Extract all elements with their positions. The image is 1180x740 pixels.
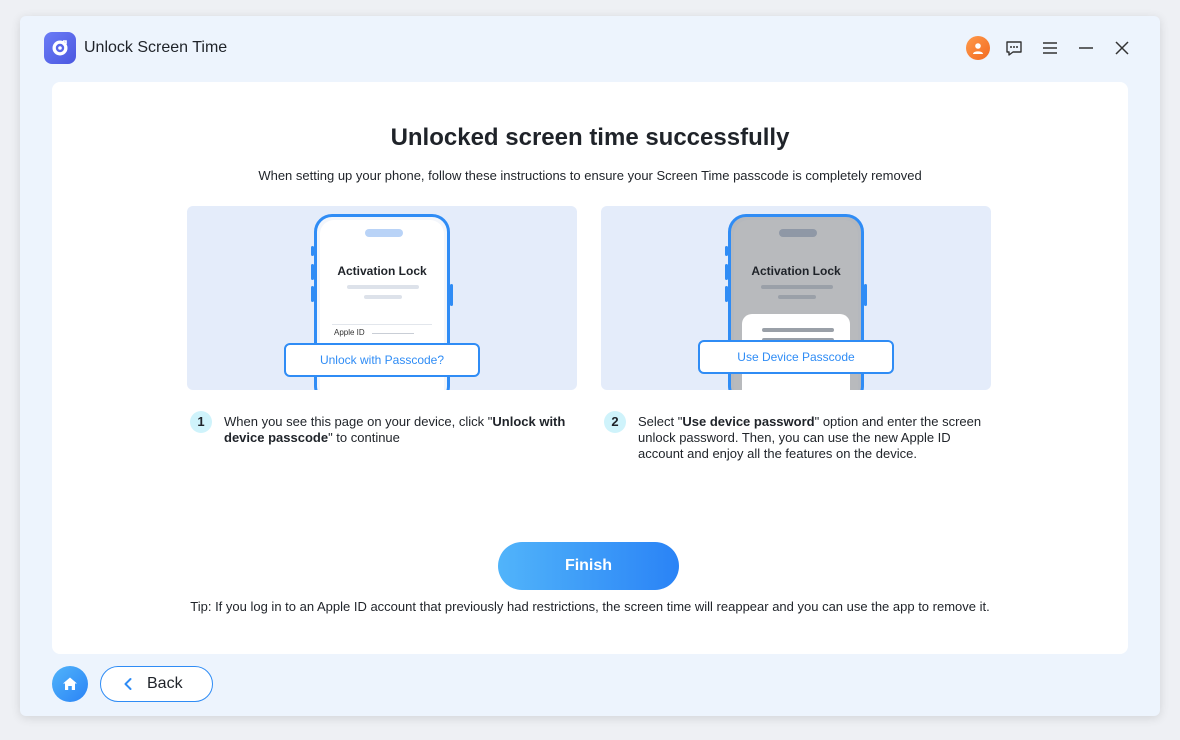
home-icon: [63, 677, 77, 690]
back-button-label: Back: [147, 675, 183, 692]
close-button[interactable]: [1110, 36, 1134, 60]
account-button[interactable]: [966, 36, 990, 60]
menu-icon: [1043, 42, 1057, 54]
app-title: Unlock Screen Time: [84, 39, 228, 56]
apple-id-input-line: [372, 333, 414, 334]
app-window: Unlock Screen Time Unlocked screen time …: [20, 16, 1160, 716]
apple-id-label: Apple ID: [334, 328, 365, 337]
instruction-step-2: 2 Select "Use device password" option an…: [604, 411, 996, 462]
step-number-badge: 2: [604, 411, 626, 433]
page-title: Unlocked screen time successfully: [390, 124, 790, 151]
close-icon: [1115, 41, 1129, 55]
instruction-step-1: 1 When you see this page on your device,…: [190, 411, 580, 446]
phone-side-button: [450, 284, 453, 306]
placeholder-line: [364, 295, 402, 299]
callout-use-device-passcode: Use Device Passcode: [698, 340, 894, 374]
step-text-emphasis: Use device password: [682, 414, 815, 429]
chevron-left-icon: [124, 678, 132, 690]
callout-unlock-with-passcode: Unlock with Passcode?: [284, 343, 480, 377]
back-button[interactable]: Back: [100, 666, 213, 702]
feedback-icon: [1006, 41, 1022, 56]
tip-text: Tip: If you log in to an Apple ID accoun…: [190, 599, 990, 614]
phone-screen-title: Activation Lock: [751, 264, 841, 278]
step-text-part: Select ": [638, 414, 683, 429]
divider: [332, 324, 432, 325]
minimize-icon: [1079, 47, 1093, 49]
feedback-button[interactable]: [1002, 36, 1026, 60]
user-avatar-icon: [966, 36, 990, 60]
finish-button[interactable]: Finish: [498, 542, 679, 590]
step-text-part: When you see this page on your device, c…: [224, 414, 493, 429]
step-number-badge: 1: [190, 411, 212, 433]
placeholder-line: [347, 285, 419, 289]
placeholder-line: [761, 285, 833, 289]
placeholder-line: [762, 328, 834, 332]
menu-button[interactable]: [1038, 36, 1062, 60]
step-text: Select "Use device password" option and …: [638, 414, 996, 462]
app-logo-icon: [44, 32, 76, 64]
title-bar-controls: [966, 36, 1134, 60]
phone-screen-title: Activation Lock: [337, 264, 427, 278]
title-bar: Unlock Screen Time: [20, 16, 1160, 80]
illustration-unlock-with-passcode: Activation Lock Apple ID Unlock with Pas…: [187, 206, 577, 390]
minimize-button[interactable]: [1074, 36, 1098, 60]
placeholder-line: [778, 295, 816, 299]
home-button[interactable]: [52, 666, 88, 702]
phone-notch: [779, 229, 817, 237]
page-subtitle: When setting up your phone, follow these…: [258, 168, 922, 183]
step-text: When you see this page on your device, c…: [224, 414, 580, 446]
illustration-use-device-passcode: Activation Lock Use Device Passcode: [601, 206, 991, 390]
phone-side-button: [864, 284, 867, 306]
content-card: Unlocked screen time successfully When s…: [52, 82, 1128, 654]
step-text-part: " to continue: [328, 430, 400, 445]
phone-notch: [365, 229, 403, 237]
